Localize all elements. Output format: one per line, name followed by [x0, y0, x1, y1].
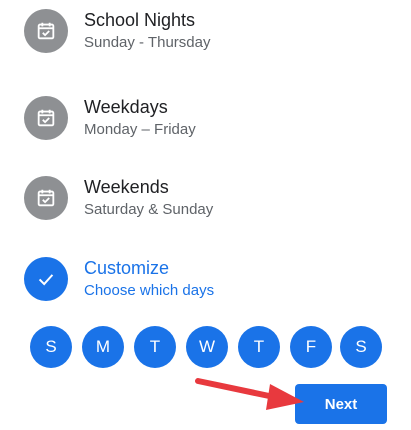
option-subtitle: Choose which days: [84, 282, 215, 299]
option-subtitle: Monday – Friday: [84, 121, 196, 138]
option-weekdays[interactable]: Weekdays Monday – Friday: [0, 96, 411, 166]
day-button-tuesday[interactable]: T: [134, 326, 176, 368]
annotation-arrow-icon: [195, 378, 304, 410]
day-button-thursday[interactable]: T: [238, 326, 280, 368]
option-subtitle: Sunday - Thursday: [84, 34, 211, 51]
day-button-saturday[interactable]: S: [340, 326, 382, 368]
calendar-check-icon: [24, 96, 68, 140]
option-customize[interactable]: Customize Choose which days: [0, 257, 411, 327]
day-button-friday[interactable]: F: [290, 326, 332, 368]
calendar-check-icon: [24, 9, 68, 53]
day-selector: S M T W T F S: [30, 326, 390, 368]
option-school-nights[interactable]: School Nights Sunday - Thursday: [0, 9, 411, 79]
option-weekends[interactable]: Weekends Saturday & Sunday: [0, 176, 411, 246]
option-title: Customize: [84, 258, 170, 278]
calendar-check-icon: [24, 176, 68, 220]
day-button-monday[interactable]: M: [82, 326, 124, 368]
option-subtitle: Saturday & Sunday: [84, 201, 214, 218]
option-title: School Nights: [84, 10, 196, 30]
day-button-sunday[interactable]: S: [30, 326, 72, 368]
option-title: Weekdays: [84, 97, 168, 117]
checkmark-icon: [24, 257, 68, 301]
option-title: Weekends: [84, 177, 169, 197]
day-button-wednesday[interactable]: W: [186, 326, 228, 368]
